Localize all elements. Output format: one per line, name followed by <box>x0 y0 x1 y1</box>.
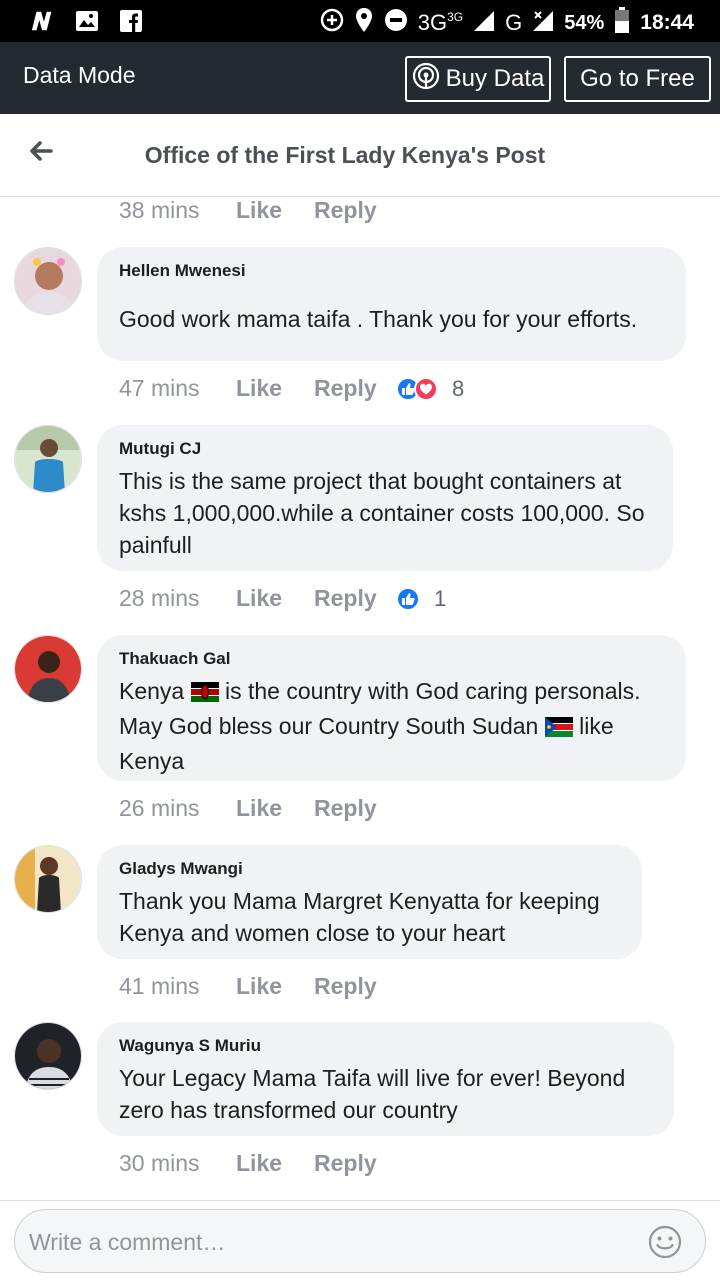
comment-time: 28 mins <box>119 585 200 611</box>
news-app-icon <box>30 8 56 34</box>
comment-meta: 28 mins Like Reply 1 <box>119 585 446 612</box>
love-reaction-icon <box>414 376 438 401</box>
comment-input[interactable]: Write a comment… <box>14 1209 706 1273</box>
reaction-count: 1 <box>434 585 447 611</box>
facebook-icon <box>118 8 144 34</box>
network-type: 3G 3G <box>417 10 464 35</box>
signal-icon <box>473 8 495 38</box>
comment-text: Thank you Mama Margret Kenyatta for keep… <box>119 888 600 946</box>
reply-button[interactable]: Reply <box>314 375 396 402</box>
comment-bubble: Thakuach Gal Kenya is the country with G… <box>97 635 686 781</box>
reply-button[interactable]: Reply <box>314 1150 396 1177</box>
comment-meta: 26 mins Like Reply <box>119 795 396 822</box>
like-button[interactable]: Like <box>236 973 314 1000</box>
comment-time: 47 mins <box>119 375 200 401</box>
comment-author[interactable]: Wagunya S Muriu <box>119 1036 652 1056</box>
comments-feed[interactable]: 38 mins Like Reply Hellen Mwenesi Good w… <box>0 197 720 1200</box>
reply-button[interactable]: Reply <box>314 795 396 822</box>
like-button[interactable]: Like <box>236 197 314 224</box>
emoji-icon[interactable] <box>647 1224 683 1260</box>
reply-button[interactable]: Reply <box>314 197 396 224</box>
gallery-icon <box>74 8 100 34</box>
clock: 18:44 <box>640 11 694 34</box>
like-button[interactable]: Like <box>236 1150 314 1177</box>
buy-data-button[interactable]: Buy Data <box>405 56 551 102</box>
comment-text: Your Legacy Mama Taifa will live for eve… <box>119 1065 626 1123</box>
data-saver-icon <box>320 8 344 38</box>
reply-button[interactable]: Reply <box>314 973 396 1000</box>
buy-data-label: Buy Data <box>445 65 545 92</box>
south-sudan-flag-icon <box>544 713 573 745</box>
battery-percent: 54% <box>564 11 605 34</box>
comment-text: Kenya is the country with God caring per… <box>119 678 641 774</box>
comment-author[interactable]: Gladys Mwangi <box>119 859 620 879</box>
avatar[interactable] <box>14 425 82 493</box>
comment-bubble: Hellen Mwenesi Good work mama taifa . Th… <box>97 247 686 361</box>
avatar[interactable] <box>14 845 82 913</box>
comment-meta: 38 mins Like Reply <box>119 197 396 224</box>
battery-icon <box>614 6 630 40</box>
comment-time: 30 mins <box>119 1150 200 1176</box>
comment-bubble: Wagunya S Muriu Your Legacy Mama Taifa w… <box>97 1022 674 1136</box>
data-mode-bar: Data Mode Buy Data Go to Free <box>0 42 720 114</box>
avatar[interactable] <box>14 1022 82 1090</box>
post-header: Office of the First Lady Kenya's Post <box>0 114 720 197</box>
avatar[interactable] <box>14 247 82 315</box>
signal-2-icon <box>532 8 554 38</box>
comment-author[interactable]: Thakuach Gal <box>119 649 664 669</box>
page-title: Office of the First Lady Kenya's Post <box>144 142 546 168</box>
broadcast-icon <box>412 62 440 97</box>
avatar[interactable] <box>14 635 82 703</box>
like-reaction-icon <box>396 586 420 611</box>
do-not-disturb-icon <box>384 8 408 38</box>
network-type-2: G <box>505 10 523 35</box>
comment-time: 41 mins <box>119 973 200 999</box>
comment-author[interactable]: Hellen Mwenesi <box>119 261 664 281</box>
like-button[interactable]: Like <box>236 795 314 822</box>
location-icon <box>354 7 374 39</box>
comment-meta: 30 mins Like Reply <box>119 1150 396 1177</box>
comment-meta: 41 mins Like Reply <box>119 973 396 1000</box>
data-mode-label: Data Mode <box>23 62 136 88</box>
like-button[interactable]: Like <box>236 375 314 402</box>
comment-bubble: Gladys Mwangi Thank you Mama Margret Ken… <box>97 845 642 959</box>
go-to-free-button[interactable]: Go to Free <box>564 56 711 102</box>
comment-time: 38 mins <box>119 197 200 223</box>
comment-composer: Write a comment… <box>0 1200 720 1280</box>
reactions[interactable]: 8 <box>396 376 464 402</box>
like-button[interactable]: Like <box>236 585 314 612</box>
comment-placeholder: Write a comment… <box>29 1229 226 1255</box>
kenya-flag-icon <box>190 678 219 710</box>
comment-meta: 47 mins Like Reply 8 <box>119 375 464 402</box>
comment-bubble: Mutugi CJ This is the same project that … <box>97 425 673 571</box>
status-bar: 3G 3G G 54% 18:44 <box>0 0 720 42</box>
reply-button[interactable]: Reply <box>314 585 396 612</box>
reaction-count: 8 <box>452 375 465 401</box>
comment-text: This is the same project that bought con… <box>119 468 645 558</box>
comment-text: Good work mama taifa . Thank you for you… <box>119 306 638 332</box>
comment-time: 26 mins <box>119 795 200 821</box>
reactions[interactable]: 1 <box>396 586 446 612</box>
comment-author[interactable]: Mutugi CJ <box>119 439 651 459</box>
